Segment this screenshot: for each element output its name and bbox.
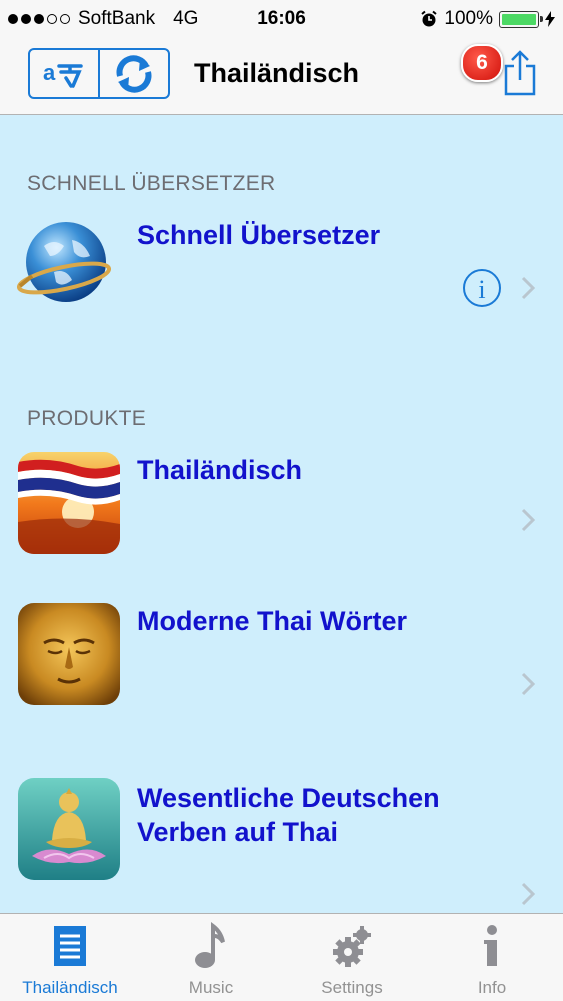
product-title-line2: Verben auf Thai — [137, 817, 339, 847]
battery-percent: 100% — [444, 8, 493, 29]
share-icon[interactable] — [500, 48, 540, 98]
svg-text:a: a — [43, 60, 56, 85]
chevron-right-icon — [521, 882, 536, 906]
thai-flag-sunset-thumbnail — [18, 452, 120, 554]
tab-label: Music — [188, 978, 234, 997]
translate-icon: a — [43, 60, 83, 88]
tab-info[interactable]: Info — [422, 914, 562, 1001]
product-title-line1: Wesentliche Deutschen — [137, 783, 440, 813]
list-item-product-essential-verbs[interactable]: Wesentliche Deutschen Verben auf Thai — [0, 778, 563, 908]
gears-icon — [333, 926, 371, 967]
page-title: Thailändisch — [194, 58, 360, 88]
chevron-right-icon — [521, 672, 536, 696]
navigation-bar: a Thailändisch 6 — [0, 38, 563, 115]
alarm-icon — [421, 10, 438, 27]
refresh-button[interactable] — [98, 50, 168, 97]
charging-bolt-icon — [545, 11, 555, 27]
refresh-icon — [116, 54, 152, 93]
product-title: Thailändisch — [137, 455, 303, 485]
list-item-quick-translator[interactable]: Schnell Übersetzer i — [0, 212, 563, 332]
globe-icon — [16, 222, 112, 302]
translate-button[interactable]: a — [30, 50, 98, 97]
notification-badge: 6 — [461, 44, 503, 82]
list-item-product-thai[interactable]: Thailändisch — [0, 450, 563, 570]
tab-label: Info — [477, 978, 507, 997]
chevron-right-icon — [521, 508, 536, 532]
tab-settings[interactable]: Settings — [282, 914, 422, 1001]
tab-thai[interactable]: Thailändisch — [0, 914, 140, 1001]
section-header-products: PRODUKTE — [27, 407, 147, 430]
music-note-icon — [195, 922, 225, 968]
status-right: 100% — [420, 8, 555, 30]
tab-label: Thailändisch — [22, 978, 118, 997]
list-icon — [54, 926, 86, 966]
list-item-product-modern-thai-words[interactable]: Moderne Thai Wörter — [0, 600, 563, 730]
svg-text:i: i — [478, 275, 485, 304]
section-header-quick-translator: SCHNELL ÜBERSETZER — [27, 172, 276, 195]
chevron-right-icon — [521, 276, 536, 300]
buddha-lotus-thumbnail — [18, 778, 120, 880]
mode-segmented-control[interactable]: a — [28, 48, 170, 99]
battery-icon — [499, 10, 543, 28]
product-title: Moderne Thai Wörter — [137, 606, 408, 636]
info-button-icon[interactable]: i — [462, 268, 502, 308]
info-icon — [484, 925, 497, 966]
status-bar: SoftBank 4G 16:06 100% — [0, 0, 563, 38]
tab-music[interactable]: Music — [141, 914, 281, 1001]
buddha-face-thumbnail — [18, 603, 120, 705]
quick-translator-title: Schnell Übersetzer — [137, 220, 381, 250]
tab-label: Settings — [321, 978, 383, 997]
tab-bar: Thailändisch Music Settings Info — [0, 913, 563, 1001]
